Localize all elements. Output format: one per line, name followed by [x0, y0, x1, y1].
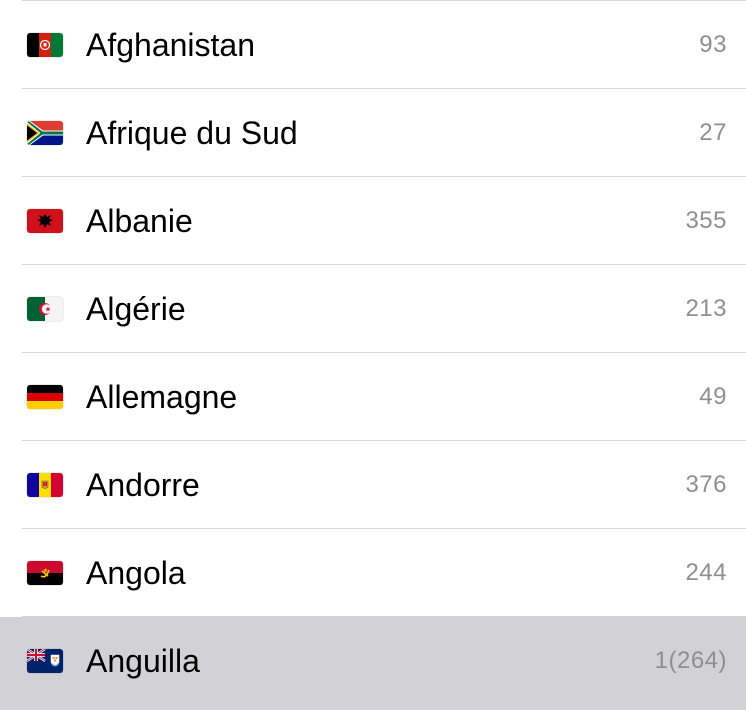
country-row-anguilla[interactable]: Anguilla 1(264)	[0, 617, 746, 710]
country-name: Andorre	[86, 467, 200, 503]
flag-south-africa-icon	[27, 121, 63, 145]
country-name: Albanie	[86, 203, 193, 239]
flag-germany-icon	[27, 385, 63, 409]
flag-angola-icon	[27, 561, 63, 585]
country-name: Algérie	[86, 291, 186, 327]
dial-code: 93	[699, 31, 727, 58]
dial-code: 213	[685, 295, 727, 322]
dial-code: 49	[699, 383, 727, 410]
dial-code: 1(264)	[654, 647, 727, 674]
flag-anguilla-icon	[27, 649, 63, 673]
flag-algeria-icon	[27, 297, 63, 321]
country-row-andorre[interactable]: Andorre 376	[0, 441, 746, 529]
flag-albania-icon	[27, 209, 63, 233]
flag-afghanistan-icon	[27, 33, 63, 57]
country-row-angola[interactable]: Angola 244	[0, 529, 746, 617]
country-row-afrique-du-sud[interactable]: Afrique du Sud 27	[0, 89, 746, 177]
country-name: Afrique du Sud	[86, 115, 298, 151]
dial-code: 376	[685, 471, 727, 498]
country-row-albanie[interactable]: Albanie 355	[0, 177, 746, 265]
country-name: Angola	[86, 555, 186, 591]
country-code-list: Afghanistan 93 Afrique du Sud 27 Albanie…	[0, 0, 746, 710]
country-row-allemagne[interactable]: Allemagne 49	[0, 353, 746, 441]
dial-code: 244	[685, 559, 727, 586]
country-name: Allemagne	[86, 379, 238, 415]
country-row-algerie[interactable]: Algérie 213	[0, 265, 746, 353]
flag-andorra-icon	[27, 473, 63, 497]
country-row-afghanistan[interactable]: Afghanistan 93	[0, 1, 746, 89]
dial-code: 27	[699, 119, 727, 146]
country-name: Anguilla	[86, 643, 200, 679]
country-name: Afghanistan	[86, 27, 256, 63]
dial-code: 355	[685, 207, 727, 234]
